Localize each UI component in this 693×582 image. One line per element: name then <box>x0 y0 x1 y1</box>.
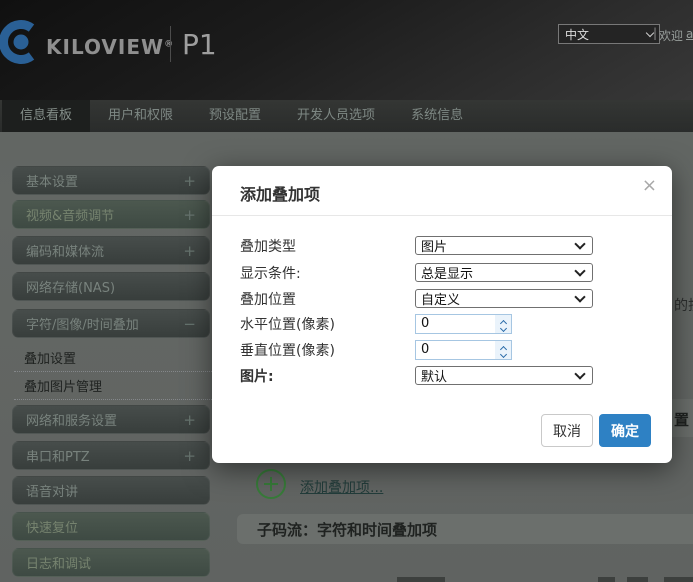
tab-dashboard[interactable]: 信息看板 <box>2 100 90 132</box>
background-text-fragment: 的技 <box>674 295 693 315</box>
plus-icon: + <box>183 206 196 224</box>
chevron-down-icon <box>574 368 585 379</box>
tab-users-permissions[interactable]: 用户和权限 <box>90 100 191 132</box>
header-separator: | <box>653 26 657 40</box>
field-row-display-condition: 显示条件: 总是显示 <box>240 263 644 283</box>
welcome-text: 欢迎 <box>659 27 683 44</box>
sidebar-item-label: 编码和媒体流 <box>26 241 104 260</box>
chevron-down-icon <box>574 265 585 276</box>
sidebar-item-serial-ptz[interactable]: 串口和PTZ + <box>12 441 210 470</box>
chevron-down-icon <box>574 238 585 249</box>
tab-preset-config[interactable]: 预设配置 <box>191 100 279 132</box>
add-overlay-link[interactable]: 添加叠加项... <box>300 477 383 497</box>
sidebar-item-nas[interactable]: 网络存储(NAS) <box>12 272 210 301</box>
field-label: 叠加位置 <box>240 292 296 308</box>
add-icon[interactable] <box>256 469 286 499</box>
sidebar-subitem-overlay-settings[interactable]: 叠加设置 <box>14 344 216 372</box>
sidebar-item-label: 网络和服务设置 <box>26 410 117 429</box>
brand-divider <box>170 26 171 62</box>
tab-system-info[interactable]: 系统信息 <box>393 100 481 132</box>
dialog-divider <box>212 215 672 216</box>
chevron-down-icon <box>574 291 585 302</box>
sidebar-item-label: 语音对讲 <box>26 481 78 500</box>
field-row-vertical-position: 垂直位置(像素) 0 <box>240 340 644 360</box>
sidebar-item-overlay[interactable]: 字符/图像/时间叠加 − <box>12 309 210 338</box>
confirm-button[interactable]: 确定 <box>599 414 651 447</box>
select-value: 总是显示 <box>421 263 473 282</box>
horizontal-position-input[interactable]: 0 <box>415 314 512 334</box>
field-label: 图片: <box>240 369 274 385</box>
product-name: P1 <box>182 28 217 61</box>
field-label: 显示条件: <box>240 266 301 282</box>
field-label: 叠加类型 <box>240 239 296 255</box>
vertical-position-input[interactable]: 0 <box>415 340 512 360</box>
select-value: 自定义 <box>421 289 460 308</box>
page: KILOVIEW® P1 中文 | 欢迎 admin 信息看板 用户和权限 预设… <box>0 0 693 582</box>
minus-icon: − <box>183 315 196 333</box>
sidebar-item-label: 视频&音频调节 <box>26 205 114 224</box>
clipped-row-fragment <box>627 577 648 582</box>
substream-section-header: 子码流：字符和时间叠加项 <box>237 514 693 544</box>
number-spinner[interactable] <box>495 341 511 359</box>
sidebar-item-voice-intercom[interactable]: 语音对讲 <box>12 476 210 505</box>
close-icon[interactable]: × <box>642 177 657 195</box>
overlay-position-select[interactable]: 自定义 <box>415 289 593 308</box>
plus-icon: + <box>183 172 196 190</box>
spinner-down-icon[interactable] <box>499 350 506 357</box>
spinner-down-icon[interactable] <box>499 324 506 331</box>
plus-icon: + <box>183 447 196 465</box>
field-label: 水平位置(像素) <box>240 317 335 333</box>
language-select[interactable]: 中文 <box>558 24 660 44</box>
input-value: 0 <box>416 341 495 359</box>
tab-developer-options[interactable]: 开发人员选项 <box>279 100 393 132</box>
add-overlay-dialog: 添加叠加项 × 叠加类型 图片 显示条件: 总是显示 叠加位置 自定义 <box>212 166 672 463</box>
username-link[interactable]: admin <box>686 27 693 41</box>
field-row-image: 图片: 默认 <box>240 366 644 386</box>
clipped-row-fragment <box>397 577 445 582</box>
field-label: 垂直位置(像素) <box>240 343 335 359</box>
sidebar-subitem-label: 叠加图片管理 <box>24 376 102 395</box>
dialog-title: 添加叠加项 <box>240 181 320 205</box>
kiloview-logo-icon <box>0 14 44 70</box>
sidebar-item-video-audio[interactable]: 视频&音频调节 + <box>12 200 210 229</box>
clipped-row-fragment <box>598 577 615 582</box>
sidebar-item-encoding-media[interactable]: 编码和媒体流 + <box>12 236 210 265</box>
sidebar-item-label: 串口和PTZ <box>26 446 90 465</box>
input-value: 0 <box>416 315 495 333</box>
sidebar-subitem-label: 叠加设置 <box>24 348 76 367</box>
sidebar-item-network-services[interactable]: 网络和服务设置 + <box>12 405 210 434</box>
sidebar-item-logs-debug[interactable]: 日志和调试 <box>12 548 210 577</box>
plus-icon: + <box>183 411 196 429</box>
select-value: 默认 <box>421 366 447 385</box>
main-nav: 信息看板 用户和权限 预设配置 开发人员选项 系统信息 <box>0 100 693 132</box>
plus-icon: + <box>183 242 196 260</box>
header: KILOVIEW® P1 中文 | 欢迎 admin <box>0 0 693 100</box>
sidebar-item-basic-settings[interactable]: 基本设置 + <box>12 166 210 195</box>
sidebar-item-label: 网络存储(NAS) <box>26 277 115 296</box>
field-row-horizontal-position: 水平位置(像素) 0 <box>240 314 644 334</box>
sidebar-item-label: 快速复位 <box>26 517 78 536</box>
select-value: 图片 <box>421 236 447 255</box>
sidebar-item-quick-reset[interactable]: 快速复位 <box>12 512 210 541</box>
overlay-type-select[interactable]: 图片 <box>415 236 593 255</box>
sidebar-item-label: 日志和调试 <box>26 553 91 572</box>
sidebar-item-label: 基本设置 <box>26 171 78 190</box>
sidebar-subitem-overlay-image-management[interactable]: 叠加图片管理 <box>14 372 216 400</box>
field-row-overlay-type: 叠加类型 图片 <box>240 236 644 256</box>
image-select[interactable]: 默认 <box>415 366 593 385</box>
number-spinner[interactable] <box>495 315 511 333</box>
clipped-row-fragment <box>664 577 693 582</box>
brand-name: KILOVIEW® <box>46 35 174 59</box>
field-row-overlay-position: 叠加位置 自定义 <box>240 289 644 309</box>
brand-text: KILOVIEW <box>46 35 164 59</box>
language-value: 中文 <box>565 26 589 43</box>
cancel-button[interactable]: 取消 <box>541 414 593 447</box>
display-condition-select[interactable]: 总是显示 <box>415 263 593 282</box>
sidebar-item-label: 字符/图像/时间叠加 <box>26 314 139 333</box>
